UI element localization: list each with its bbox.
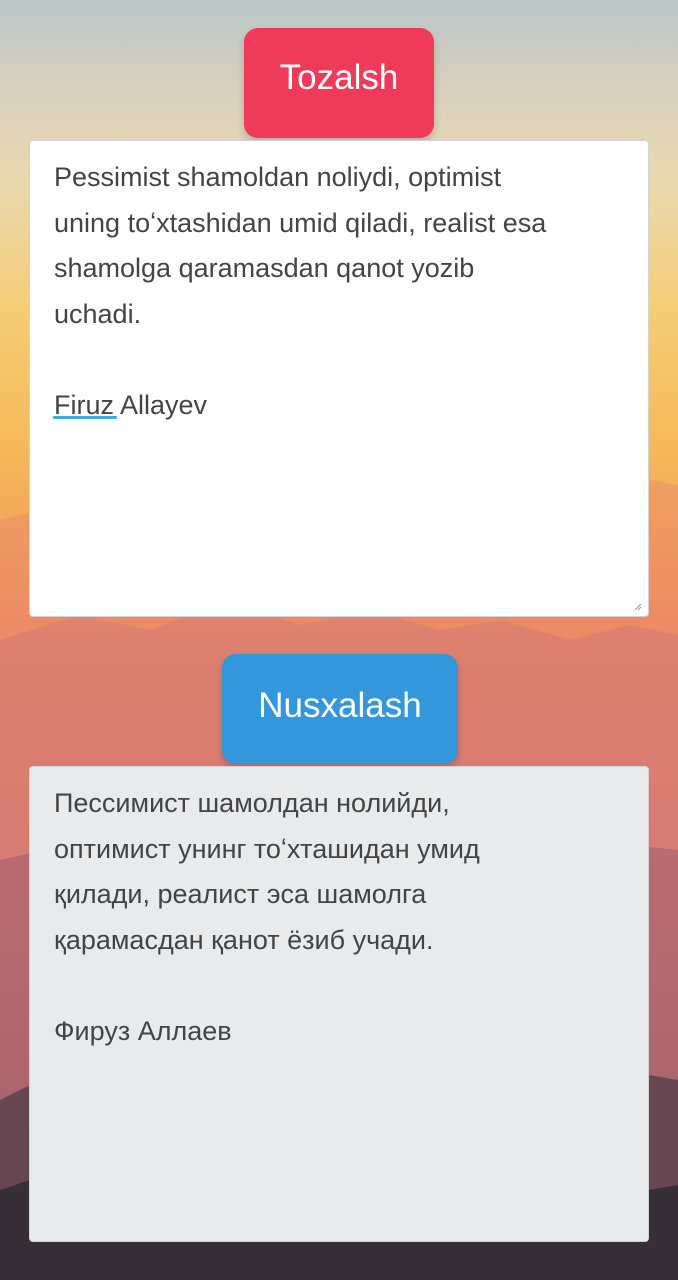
resize-handle-icon[interactable]: [634, 603, 642, 611]
clear-button[interactable]: Tozalsh: [244, 28, 434, 138]
cyrillic-text-output: Пессимист шамолдан нолийди, оптимист уни…: [29, 766, 649, 1242]
spellcheck-underline: [53, 416, 117, 419]
latin-text-input[interactable]: Pessimist shamoldan noliydi, optimist un…: [29, 140, 649, 617]
copy-button[interactable]: Nusxalash: [222, 654, 458, 764]
